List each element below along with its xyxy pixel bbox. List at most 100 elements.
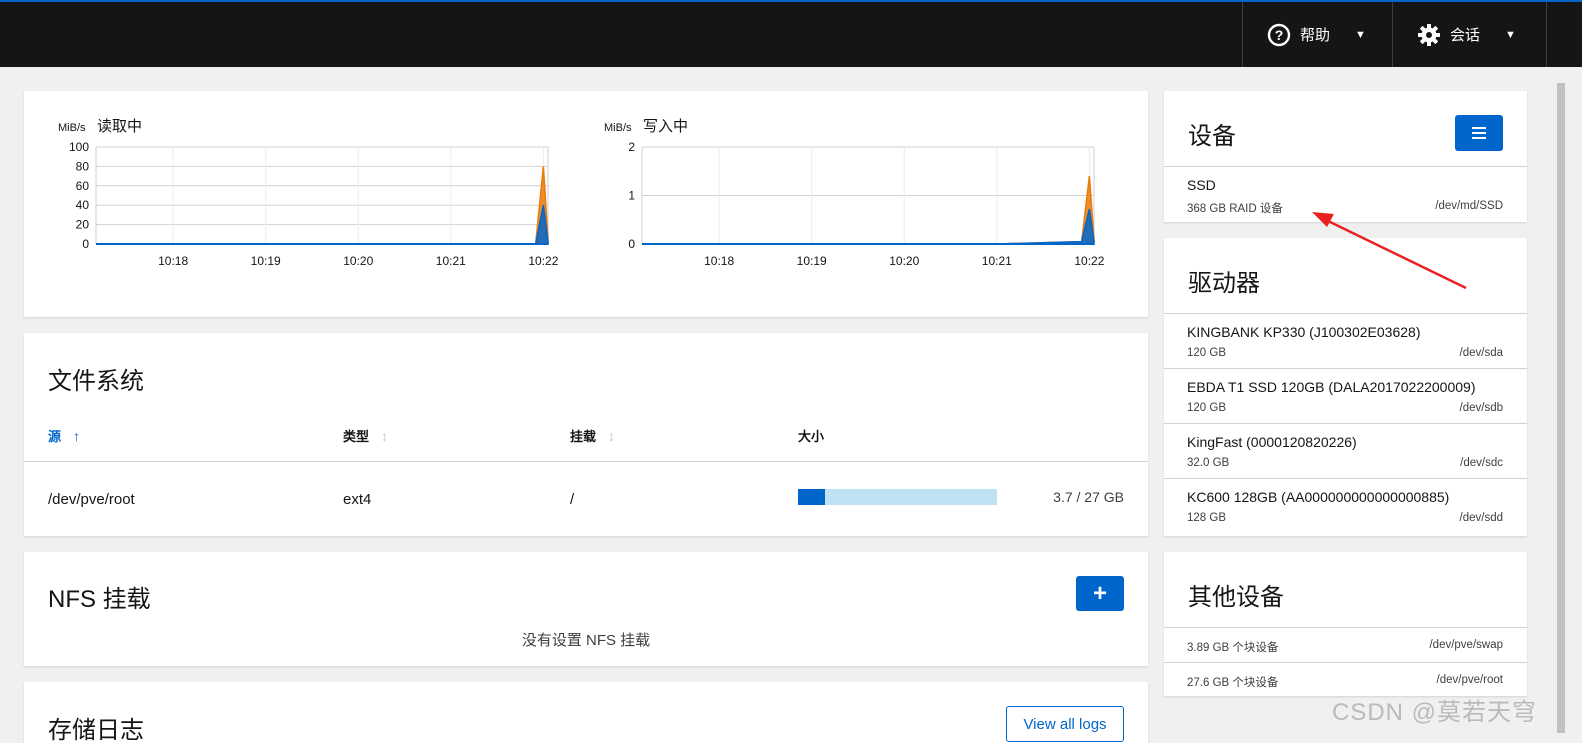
y-tick-label: 0	[82, 237, 89, 251]
x-tick-label: 10:22	[528, 254, 558, 268]
x-tick-label: 10:19	[251, 254, 281, 268]
drive-name: KingFast (0000120820226)	[1187, 434, 1357, 450]
add-nfs-button[interactable]: +	[1076, 576, 1124, 611]
block-device-path: /dev/pve/swap	[1429, 639, 1503, 651]
drives-card: 驱动器 KINGBANK KP330 (J100302E03628) 120 G…	[1164, 238, 1527, 536]
drives-header: 驱动器	[1164, 238, 1527, 314]
table-header-divider	[24, 461, 1148, 462]
x-tick-label: 10:22	[1074, 254, 1104, 268]
list-item[interactable]: KC600 128GB (AA000000000000000885) 128 G…	[1164, 479, 1527, 534]
view-all-logs-button[interactable]: View all logs	[1006, 706, 1124, 742]
nfs-title: NFS 挂载	[48, 586, 151, 613]
y-tick-label: 1	[628, 189, 635, 203]
block-device-detail: 3.89 GB 个块设备	[1187, 642, 1279, 654]
chart-unit-label: MiB/s	[58, 122, 86, 134]
devices-card: 设备 SSD 368 GB RAID 设备 /dev/md/SSD	[1164, 91, 1527, 222]
gear-icon	[1418, 23, 1440, 46]
chart-title: 读取中	[97, 118, 142, 135]
y-tick-label: 100	[69, 140, 89, 154]
other-devices-header: 其他设备	[1164, 552, 1527, 628]
block-device-path: /dev/pve/root	[1436, 674, 1503, 686]
list-item[interactable]: KINGBANK KP330 (J100302E03628) 120 GB /d…	[1164, 314, 1527, 369]
usage-bar-fill	[798, 489, 826, 505]
help-menu-button[interactable]: ? 帮助 ▼	[1242, 2, 1392, 67]
drives-title: 驱动器	[1188, 270, 1260, 297]
topbar-divider	[1546, 2, 1547, 67]
x-tick-label: 10:18	[704, 254, 734, 268]
drive-path: /dev/sdc	[1460, 457, 1503, 469]
device-name: SSD	[1187, 177, 1216, 193]
other-devices-card: 其他设备 3.89 GB 个块设备 /dev/pve/swap 27.6 GB …	[1164, 552, 1527, 696]
svg-text:?: ?	[1275, 27, 1284, 43]
column-mount-label: 挂载	[570, 429, 597, 444]
help-label: 帮助	[1300, 27, 1331, 44]
x-tick-label: 10:18	[158, 254, 188, 268]
hamburger-icon	[1472, 127, 1486, 139]
caret-down-icon: ▼	[1505, 28, 1516, 41]
sort-icon: ↕	[381, 428, 389, 444]
drive-path: /dev/sdb	[1459, 402, 1503, 414]
x-tick-label: 10:20	[343, 254, 373, 268]
page-scrollbar[interactable]	[1554, 67, 1568, 743]
devices-menu-button[interactable]	[1455, 115, 1503, 151]
drive-name: KC600 128GB (AA000000000000000885)	[1187, 489, 1450, 505]
devices-title: 设备	[1188, 123, 1236, 150]
y-tick-label: 0	[628, 237, 635, 251]
list-item[interactable]: EBDA T1 SSD 120GB (DALA2017022200009) 12…	[1164, 369, 1527, 424]
drive-name: EBDA T1 SSD 120GB (DALA2017022200009)	[1187, 379, 1476, 395]
storage-logs-card: 存储日志 View all logs	[24, 682, 1148, 743]
session-menu-button[interactable]: 会话 ▼	[1392, 2, 1542, 67]
other-devices-title: 其他设备	[1188, 584, 1284, 611]
chart-series-area	[642, 176, 1095, 245]
drive-path: /dev/sda	[1459, 347, 1503, 359]
column-header-type[interactable]: 类型 ↕	[343, 426, 388, 445]
arrow-up-icon: ↑	[73, 428, 81, 444]
y-tick-label: 40	[76, 198, 90, 212]
column-type-label: 类型	[343, 429, 370, 444]
top-bar: ? 帮助 ▼ 会话 ▼	[0, 0, 1582, 67]
y-tick-label: 80	[76, 159, 90, 173]
fs-source: /dev/pve/root	[48, 491, 135, 508]
y-tick-label: 2	[628, 140, 635, 154]
plus-icon: +	[1092, 579, 1107, 607]
filesystems-title: 文件系统	[48, 368, 144, 395]
caret-down-icon: ▼	[1355, 28, 1366, 41]
help-icon: ?	[1267, 23, 1291, 46]
io-charts-card: MiB/s 读取中 100 80 60 40 20 0 10:18 10:19 10:20 10:21…	[24, 91, 1148, 317]
chart-title: 写入中	[643, 118, 688, 135]
fs-mount: /	[570, 491, 575, 508]
x-tick-label: 10:20	[889, 254, 919, 268]
chart-series-area	[642, 208, 1095, 245]
list-item[interactable]: KingFast (0000120820226) 32.0 GB /dev/sd…	[1164, 424, 1527, 479]
column-header-mount[interactable]: 挂载 ↕	[570, 426, 615, 445]
session-label: 会话	[1450, 27, 1481, 44]
fs-type: ext4	[343, 491, 372, 508]
drive-path: /dev/sdd	[1459, 512, 1503, 524]
devices-header: 设备	[1164, 91, 1527, 167]
drive-size: 32.0 GB	[1187, 457, 1230, 469]
chart-unit-label: MiB/s	[604, 122, 632, 134]
x-tick-label: 10:21	[436, 254, 466, 268]
usage-bar	[798, 489, 997, 505]
device-detail: 368 GB RAID 设备	[1187, 203, 1283, 215]
logs-title: 存储日志	[48, 717, 144, 743]
column-source-label: 源	[48, 429, 62, 444]
list-item[interactable]: SSD 368 GB RAID 设备 /dev/md/SSD	[1164, 167, 1527, 222]
scrollbar-thumb[interactable]	[1557, 83, 1565, 733]
drive-size: 120 GB	[1187, 402, 1226, 414]
x-tick-label: 10:19	[797, 254, 827, 268]
list-item[interactable]: 3.89 GB 个块设备 /dev/pve/swap	[1164, 628, 1527, 663]
column-header-source[interactable]: 源 ↑	[48, 426, 80, 445]
y-tick-label: 20	[76, 218, 90, 232]
x-tick-label: 10:21	[982, 254, 1012, 268]
y-tick-label: 60	[76, 179, 90, 193]
watermark: CSDN @莫若天穹	[1332, 699, 1538, 726]
nfs-mounts-card: NFS 挂载 + 没有设置 NFS 挂载	[24, 552, 1148, 666]
column-header-size: 大小	[798, 426, 824, 445]
block-device-detail: 27.6 GB 个块设备	[1187, 677, 1279, 689]
drive-size: 120 GB	[1187, 347, 1226, 359]
drive-name: KINGBANK KP330 (J100302E03628)	[1187, 324, 1421, 340]
device-path: /dev/md/SSD	[1435, 200, 1503, 212]
filesystems-card: 文件系统 源 ↑ 类型 ↕ 挂载 ↕ 大小 /dev/pve/root ext4 / …	[24, 333, 1148, 536]
drive-size: 128 GB	[1187, 512, 1226, 524]
